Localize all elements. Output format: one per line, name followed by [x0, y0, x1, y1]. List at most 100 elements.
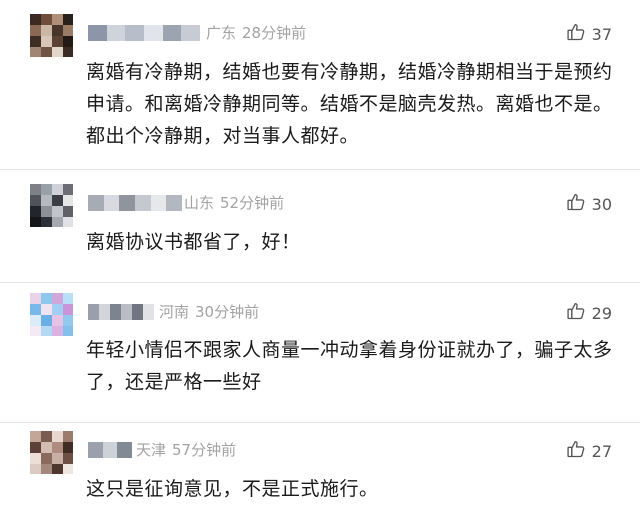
comment-text: 离婚协议书都省了，好！: [86, 231, 301, 253]
avatar-mosaic-block: [63, 206, 73, 217]
username-mosaic-block: [106, 25, 126, 41]
avatar-mosaic-block: [63, 431, 73, 442]
avatar-mosaic-block: [63, 315, 73, 326]
avatar[interactable]: [30, 184, 73, 227]
timestamp-label: 57分钟前: [172, 441, 237, 459]
avatar-mosaic-block: [41, 25, 52, 36]
avatar-mosaic-block: [63, 293, 73, 304]
location-label: 天津: [136, 441, 167, 459]
avatar-mosaic-block: [41, 36, 52, 47]
avatar-mosaic-block: [52, 195, 63, 206]
avatar-mosaic-block: [63, 464, 73, 474]
username-mosaic-block: [144, 25, 163, 41]
avatar-mosaic-block: [41, 195, 52, 206]
comment-item: 河南 30分钟前 29 年轻小情侣不跟家人商量一冲动拿着身份证就办了，骗子太多了，…: [0, 283, 640, 423]
username-mosaic-block: [88, 195, 104, 211]
avatar[interactable]: [30, 293, 73, 336]
like-button[interactable]: 30: [566, 192, 612, 216]
location-label: 河南: [159, 303, 190, 321]
comment-item: 广东 28分钟前 37 离婚有冷静期，结婚也要有冷静期，结婚冷静期相当于是预约申请…: [0, 0, 640, 170]
avatar-mosaic-block: [63, 217, 73, 227]
username-mosaic-block: [135, 195, 151, 211]
like-button[interactable]: 29: [566, 301, 612, 325]
thumbs-up-icon: [566, 192, 592, 216]
avatar-mosaic-block: [63, 442, 73, 453]
avatar-mosaic-block: [52, 453, 63, 464]
avatar-mosaic-block: [30, 47, 41, 57]
like-button[interactable]: 27: [566, 439, 612, 463]
timestamp-label: 52分钟前: [220, 194, 285, 212]
username-mosaic-block: [99, 304, 110, 320]
avatar-mosaic-block: [52, 326, 63, 336]
timestamp-label: 28分钟前: [242, 24, 307, 42]
username-blurred[interactable]: [88, 22, 200, 44]
avatar-mosaic-block: [30, 453, 41, 464]
avatar-mosaic-block: [41, 47, 52, 57]
like-button[interactable]: 37: [566, 22, 612, 46]
avatar-mosaic-block: [63, 326, 73, 336]
avatar-mosaic-block: [30, 14, 41, 25]
avatar-mosaic-block: [52, 304, 63, 315]
avatar-mosaic-block: [41, 217, 52, 227]
avatar-mosaic-block: [52, 47, 63, 57]
thumbs-up-icon: [566, 301, 592, 325]
avatar-mosaic-block: [63, 453, 73, 464]
avatar[interactable]: [30, 431, 73, 474]
comment-meta: 河南 30分钟前: [159, 301, 259, 322]
avatar[interactable]: [30, 14, 73, 57]
avatar-mosaic-block: [30, 293, 41, 304]
avatar-mosaic-block: [63, 14, 73, 25]
username-blurred[interactable]: [88, 301, 154, 323]
username-mosaic-block: [88, 442, 103, 458]
avatar-mosaic-block: [63, 195, 73, 206]
avatar-mosaic-block: [52, 25, 63, 36]
avatar-mosaic-block: [41, 304, 52, 315]
like-count: 29: [591, 303, 612, 323]
username-blurred[interactable]: [88, 439, 132, 461]
username-mosaic-block: [110, 304, 121, 320]
avatar-mosaic-block: [52, 293, 63, 304]
location-label: 广东: [206, 24, 237, 42]
avatar-mosaic-block: [63, 304, 73, 315]
comment-meta: 广东 28分钟前: [206, 22, 306, 43]
username-mosaic-block: [103, 195, 120, 211]
avatar-mosaic-block: [30, 36, 41, 47]
avatar-mosaic-block: [63, 184, 73, 195]
comment-text: 这只是征询意见，不是正式施行。: [86, 478, 379, 500]
avatar-mosaic-block: [41, 326, 52, 336]
username-mosaic-block: [117, 442, 132, 458]
avatar-mosaic-block: [41, 206, 52, 217]
comment-meta: 山东 52分钟前: [184, 192, 284, 213]
like-count: 37: [591, 24, 612, 44]
username-mosaic-block: [132, 304, 143, 320]
avatar-mosaic-block: [41, 442, 52, 453]
thumbs-up-icon: [566, 22, 592, 46]
avatar-mosaic-block: [30, 206, 41, 217]
avatar-mosaic-block: [41, 14, 52, 25]
avatar-mosaic-block: [30, 464, 41, 474]
comment-item: 山东 52分钟前 30 离婚协议书都省了，好！: [0, 170, 640, 283]
like-count: 27: [591, 441, 612, 461]
avatar-mosaic-block: [52, 464, 63, 474]
username-mosaic-block: [88, 304, 99, 320]
avatar-mosaic-block: [30, 195, 41, 206]
like-count: 30: [591, 194, 612, 214]
username-mosaic-block: [121, 304, 132, 320]
avatar-mosaic-block: [52, 431, 63, 442]
avatar-mosaic-block: [41, 453, 52, 464]
username-mosaic-block: [150, 195, 167, 211]
username-mosaic-block: [162, 25, 182, 41]
avatar-mosaic-block: [30, 431, 41, 442]
username-blurred[interactable]: [88, 192, 182, 214]
avatar-mosaic-block: [41, 431, 52, 442]
username-mosaic-block: [88, 25, 107, 41]
avatar-mosaic-block: [41, 184, 52, 195]
comment-text: 年轻小情侣不跟家人商量一冲动拿着身份证就办了，骗子太多了，还是严格一些好: [86, 339, 613, 393]
avatar-mosaic-block: [30, 304, 41, 315]
avatar-mosaic-block: [41, 293, 52, 304]
avatar-mosaic-block: [30, 217, 41, 227]
avatar-mosaic-block: [63, 47, 73, 57]
avatar-mosaic-block: [52, 184, 63, 195]
avatar-mosaic-block: [30, 315, 41, 326]
avatar-mosaic-block: [30, 25, 41, 36]
